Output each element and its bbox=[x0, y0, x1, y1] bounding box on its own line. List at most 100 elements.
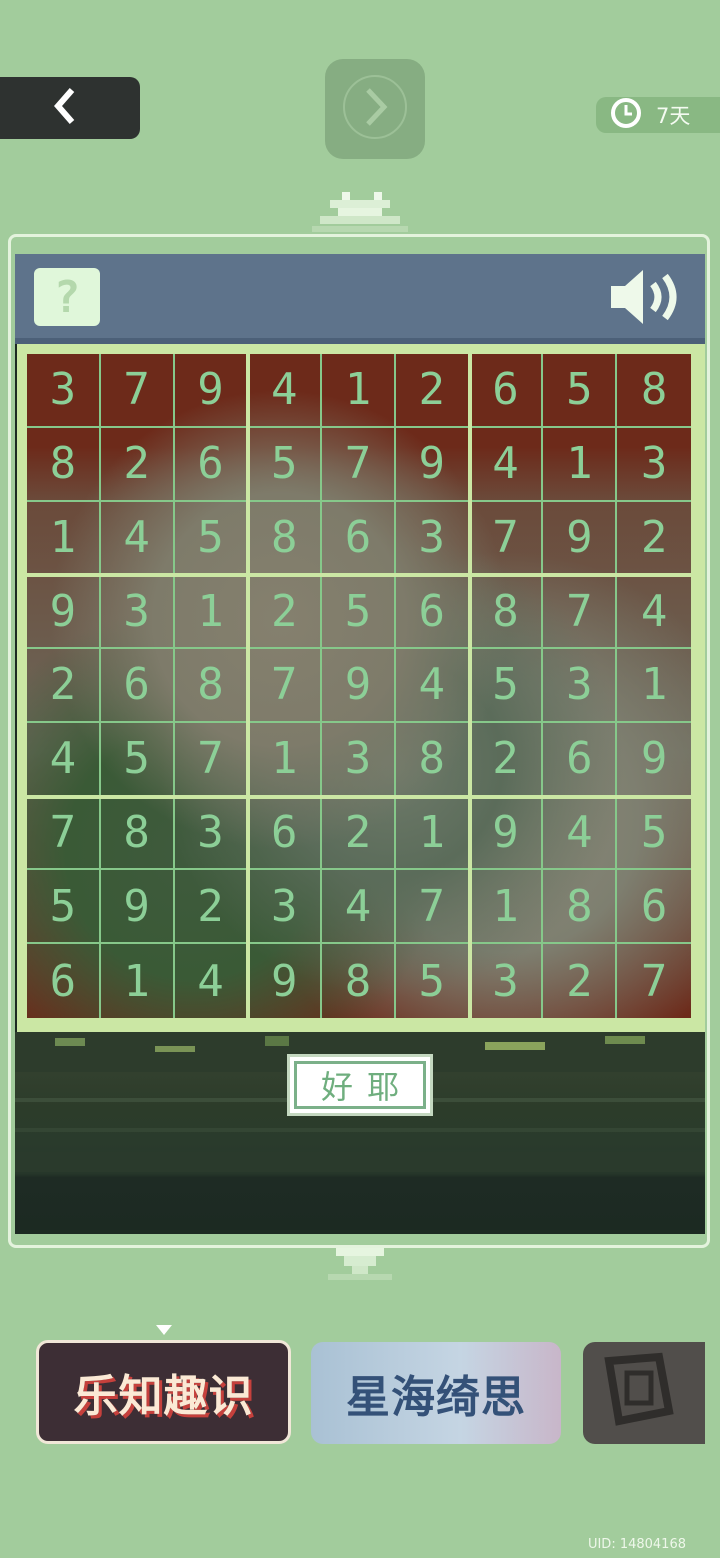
sudoku-cell[interactable]: 4 bbox=[543, 796, 618, 871]
sudoku-cell[interactable]: 1 bbox=[395, 796, 470, 871]
time-remaining-badge: 7天 bbox=[596, 97, 720, 133]
chevron-right-circle-icon bbox=[342, 74, 408, 144]
sudoku-cell[interactable]: 4 bbox=[322, 870, 396, 945]
sudoku-cell[interactable]: 7 bbox=[174, 722, 249, 797]
sudoku-cell[interactable]: 9 bbox=[100, 870, 175, 945]
sudoku-cell[interactable]: 6 bbox=[174, 427, 249, 502]
sudoku-cell[interactable]: 7 bbox=[395, 870, 470, 945]
puzzle-header: ? bbox=[15, 254, 705, 344]
banner-card-1[interactable]: 乐知趣识 bbox=[36, 1340, 291, 1444]
sudoku-cell[interactable]: 8 bbox=[322, 944, 396, 1018]
sudoku-cell[interactable]: 4 bbox=[617, 575, 691, 650]
sudoku-cell[interactable]: 6 bbox=[617, 870, 691, 945]
back-button[interactable] bbox=[0, 77, 140, 139]
sudoku-cell[interactable]: 9 bbox=[543, 501, 618, 576]
sudoku-cell[interactable]: 3 bbox=[27, 354, 101, 428]
sudoku-cell[interactable]: 1 bbox=[248, 722, 323, 797]
sudoku-cell[interactable]: 9 bbox=[469, 796, 544, 871]
sudoku-board: 3794126588265794131458637929312568742687… bbox=[17, 344, 705, 1032]
sudoku-cell[interactable]: 2 bbox=[27, 649, 101, 723]
sudoku-cell[interactable]: 7 bbox=[322, 427, 396, 502]
sudoku-cell[interactable]: 8 bbox=[395, 722, 470, 797]
sudoku-cell[interactable]: 1 bbox=[617, 649, 691, 723]
sudoku-cell[interactable]: 4 bbox=[100, 501, 175, 576]
sudoku-cell[interactable]: 8 bbox=[27, 427, 101, 502]
sudoku-cell[interactable]: 9 bbox=[322, 649, 396, 723]
banner-card-2[interactable]: 星海绮思 bbox=[311, 1342, 561, 1444]
sudoku-cell[interactable]: 7 bbox=[617, 944, 691, 1018]
sudoku-cell[interactable]: 2 bbox=[395, 354, 470, 428]
sudoku-cell[interactable]: 8 bbox=[469, 575, 544, 650]
sudoku-cell[interactable]: 5 bbox=[27, 870, 101, 945]
sudoku-cell[interactable]: 5 bbox=[469, 649, 544, 723]
banner-card-3[interactable] bbox=[583, 1342, 705, 1444]
sudoku-cell[interactable]: 1 bbox=[101, 944, 175, 1018]
sudoku-cell[interactable]: 3 bbox=[470, 944, 544, 1018]
sudoku-cell[interactable]: 4 bbox=[175, 944, 249, 1018]
sudoku-cell[interactable]: 6 bbox=[469, 354, 544, 428]
sudoku-cell[interactable]: 2 bbox=[248, 575, 323, 650]
sudoku-cell[interactable]: 9 bbox=[248, 944, 323, 1018]
question-mark-icon: ? bbox=[53, 271, 81, 323]
sudoku-cell[interactable]: 5 bbox=[248, 427, 323, 502]
sudoku-cell[interactable]: 6 bbox=[543, 722, 618, 797]
sudoku-cell[interactable]: 5 bbox=[617, 797, 691, 871]
sudoku-cell[interactable]: 2 bbox=[543, 944, 618, 1018]
sudoku-cell[interactable]: 9 bbox=[617, 723, 691, 797]
sudoku-cell[interactable]: 2 bbox=[617, 502, 691, 576]
sudoku-cell[interactable]: 1 bbox=[174, 575, 249, 650]
box-divider bbox=[246, 354, 250, 1018]
sudoku-cell[interactable]: 8 bbox=[100, 796, 175, 871]
box-divider bbox=[27, 795, 691, 799]
confirm-button[interactable]: 好耶 bbox=[287, 1054, 433, 1116]
sudoku-cell[interactable]: 2 bbox=[100, 427, 175, 502]
sudoku-cell[interactable]: 9 bbox=[27, 575, 101, 650]
confirm-button-label: 好耶 bbox=[294, 1061, 426, 1109]
sudoku-cell[interactable]: 1 bbox=[543, 427, 618, 502]
sudoku-cell[interactable]: 6 bbox=[100, 649, 175, 723]
sudoku-cell[interactable]: 4 bbox=[27, 722, 101, 797]
sudoku-cell[interactable]: 7 bbox=[469, 501, 544, 576]
sudoku-cell[interactable]: 3 bbox=[395, 501, 470, 576]
box-divider bbox=[468, 354, 472, 1018]
sudoku-cell[interactable]: 4 bbox=[469, 427, 544, 502]
sudoku-cell[interactable]: 5 bbox=[543, 354, 618, 428]
sudoku-cell[interactable]: 6 bbox=[322, 501, 396, 576]
sudoku-cell[interactable]: 3 bbox=[543, 649, 618, 723]
sudoku-cell[interactable]: 9 bbox=[174, 354, 249, 428]
sudoku-cell[interactable]: 7 bbox=[100, 354, 175, 428]
sudoku-cell[interactable]: 5 bbox=[174, 501, 249, 576]
puzzle-panel: ? 37941265882657941314586379293125687426… bbox=[15, 254, 705, 1234]
sudoku-cell[interactable]: 3 bbox=[617, 428, 691, 502]
sudoku-cell[interactable]: 3 bbox=[174, 796, 249, 871]
sudoku-cell[interactable]: 7 bbox=[27, 796, 101, 871]
sudoku-cell[interactable]: 6 bbox=[27, 944, 101, 1018]
sudoku-cell[interactable]: 5 bbox=[100, 722, 175, 797]
sudoku-cell[interactable]: 6 bbox=[395, 575, 470, 650]
sudoku-cell[interactable]: 6 bbox=[248, 796, 323, 871]
sudoku-cell[interactable]: 3 bbox=[322, 722, 396, 797]
next-button[interactable] bbox=[325, 59, 425, 159]
sudoku-cell[interactable]: 2 bbox=[174, 870, 249, 945]
sudoku-grid: 3794126588265794131458637929312568742687… bbox=[27, 354, 691, 1018]
speaker-icon[interactable] bbox=[607, 264, 687, 334]
sudoku-cell[interactable]: 2 bbox=[322, 796, 396, 871]
sudoku-cell[interactable]: 8 bbox=[174, 649, 249, 723]
sudoku-cell[interactable]: 5 bbox=[396, 944, 470, 1018]
sudoku-cell[interactable]: 7 bbox=[543, 575, 618, 650]
sudoku-cell[interactable]: 3 bbox=[100, 575, 175, 650]
sudoku-cell[interactable]: 7 bbox=[248, 649, 323, 723]
help-button[interactable]: ? bbox=[34, 268, 100, 326]
sudoku-cell[interactable]: 4 bbox=[395, 649, 470, 723]
sudoku-cell[interactable]: 8 bbox=[543, 870, 618, 945]
sudoku-cell[interactable]: 4 bbox=[248, 354, 323, 428]
sudoku-cell[interactable]: 1 bbox=[27, 501, 101, 576]
sudoku-cell[interactable]: 9 bbox=[395, 427, 470, 502]
sudoku-cell[interactable]: 2 bbox=[469, 722, 544, 797]
sudoku-cell[interactable]: 1 bbox=[322, 354, 396, 428]
sudoku-cell[interactable]: 8 bbox=[617, 354, 691, 428]
sudoku-cell[interactable]: 8 bbox=[248, 501, 323, 576]
sudoku-cell[interactable]: 1 bbox=[469, 870, 544, 945]
sudoku-cell[interactable]: 5 bbox=[322, 575, 396, 650]
sudoku-cell[interactable]: 3 bbox=[248, 870, 323, 945]
